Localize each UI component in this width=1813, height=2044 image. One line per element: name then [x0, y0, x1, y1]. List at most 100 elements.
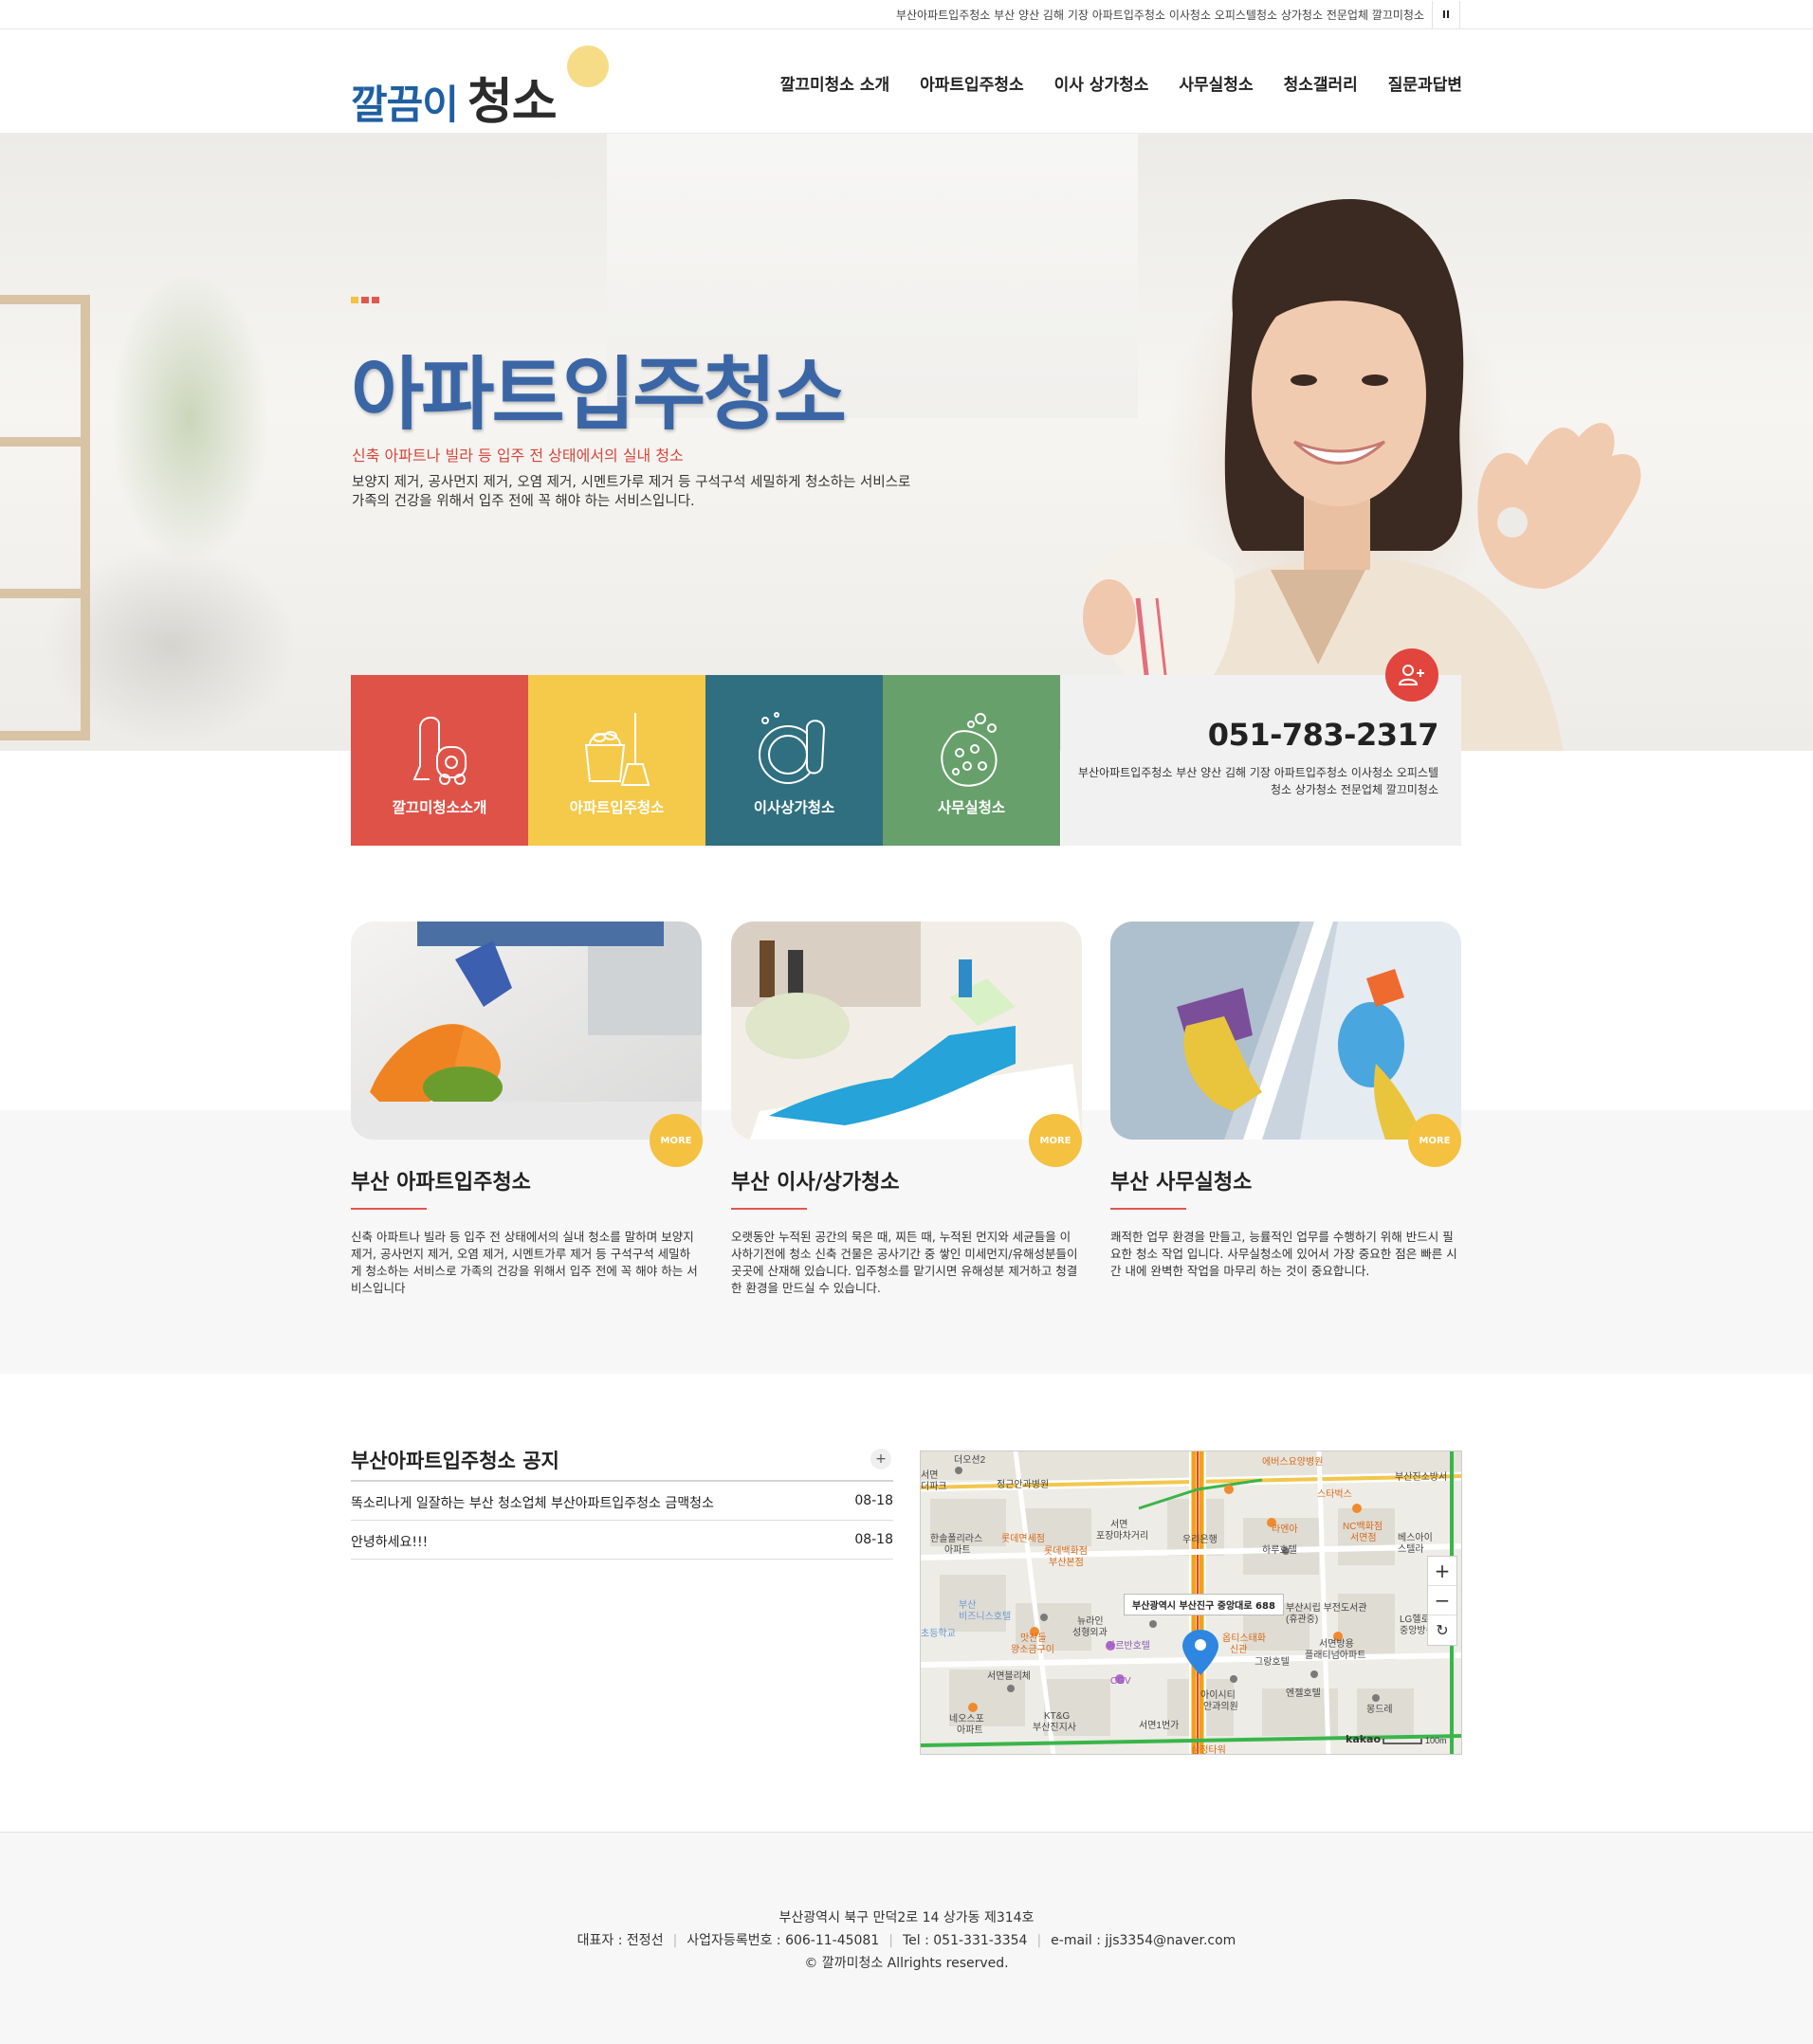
svg-text:옵티스태화: 옵티스태화: [1222, 1633, 1266, 1644]
footer-separator: |: [672, 1933, 678, 1948]
svg-text:부산본점: 부산본점: [1049, 1557, 1084, 1568]
svg-text:비즈니스호텔: 비즈니스호텔: [959, 1611, 1011, 1622]
svg-text:서면블리체: 서면블리체: [987, 1670, 1031, 1682]
svg-text:서면방용: 서면방용: [1319, 1638, 1354, 1650]
bucket-broom-icon: [584, 713, 650, 786]
svg-text:NC백화점: NC백화점: [1343, 1521, 1383, 1532]
quick-tile-label: 깔끄미청소소개: [392, 799, 487, 816]
plate-sponge-icon: [759, 712, 826, 784]
svg-text:더오션2: 더오션2: [954, 1454, 986, 1466]
quick-tile-office[interactable]: 사무실청소: [883, 675, 1060, 846]
contact-description: 부산아파트입주청소 부산 양산 김해 기장 아파트입주청소 이사청소 오피스텔청…: [1078, 766, 1438, 796]
pause-button[interactable]: II: [1432, 1, 1460, 28]
hero-woman-image: [1083, 199, 1641, 751]
svg-text:롯데면세점: 롯데면세점: [1001, 1533, 1045, 1544]
notice-row-date: 08-18: [854, 1493, 893, 1508]
quick-tile-moving[interactable]: 이사상가청소: [705, 675, 883, 846]
title-underline: [351, 1208, 427, 1210]
nav-item-gallery[interactable]: 청소갤러리: [1284, 71, 1358, 95]
svg-text:스타벅스: 스타벅스: [1317, 1488, 1352, 1500]
svg-text:안과의원: 안과의원: [1203, 1701, 1238, 1712]
svg-text:성형외과: 성형외과: [1072, 1627, 1108, 1638]
contact-phone[interactable]: 051-783-2317: [1208, 717, 1439, 753]
svg-text:더파크: 더파크: [921, 1481, 947, 1492]
footer-separator: |: [888, 1933, 893, 1948]
svg-text:부산진지사: 부산진지사: [1033, 1722, 1076, 1733]
svg-text:맛찬들: 맛찬들: [1020, 1633, 1047, 1644]
service-title[interactable]: 부산 이사/상가청소: [731, 1165, 900, 1195]
svg-text:CGV: CGV: [1110, 1676, 1131, 1687]
svg-text:신관: 신관: [1230, 1644, 1247, 1655]
svg-text:서면: 서면: [1110, 1519, 1127, 1530]
top-bar-text: 부산아파트입주청소 부산 양산 김해 기장 아파트입주청소 이사청소 오피스텔청…: [895, 9, 1424, 22]
service-image-moving: [731, 922, 1082, 1140]
main-nav: 깔끄미청소 소개 아파트입주청소 이사 상가청소 사무실청소 청소갤러리 질문과…: [780, 71, 1462, 95]
deco-square: [361, 297, 369, 303]
service-image-office: [1110, 922, 1461, 1140]
footer-ceo: 대표자 : 전정선: [577, 1933, 664, 1948]
notice-row-title: 안녕하세요!!!: [351, 1535, 429, 1550]
zoom-in-button[interactable]: +: [1428, 1557, 1456, 1586]
svg-text:왕소금구이: 왕소금구이: [1011, 1644, 1054, 1655]
deco-square: [351, 297, 358, 303]
svg-text:엔젤호텔: 엔젤호텔: [1286, 1688, 1321, 1699]
footer-biz-no: 사업자등록번호 : 606-11-45081: [687, 1933, 880, 1948]
nav-item-qna[interactable]: 질문과답변: [1388, 71, 1462, 95]
footer-separator: |: [1036, 1933, 1042, 1948]
title-underline: [1110, 1208, 1186, 1210]
deco-square: [372, 297, 379, 303]
nav-item-moving[interactable]: 이사 상가청소: [1054, 71, 1149, 95]
contact-box: 051-783-2317 부산아파트입주청소 부산 양산 김해 기장 아파트입주…: [1061, 675, 1461, 846]
svg-text:베스아이: 베스아이: [1398, 1532, 1433, 1543]
hero-title: 아파트입주청소: [351, 348, 847, 441]
zoom-out-button[interactable]: −: [1428, 1586, 1456, 1615]
quick-tile-about[interactable]: 깔끄미청소소개: [351, 675, 528, 846]
svg-text:삼정타워: 삼정타워: [1191, 1743, 1226, 1755]
svg-text:롯데백화점: 롯데백화점: [1044, 1545, 1088, 1557]
site-logo[interactable]: 깔끔이 청소: [351, 46, 609, 131]
service-card-office[interactable]: [1110, 922, 1461, 1143]
hero-description: 보양지 제거, 공사먼지 제거, 오염 제거, 시멘트가루 제거 등 구석구석 …: [352, 475, 911, 509]
site-footer: 부산광역시 북구 만덕2로 14 상가동 제314호 대표자 : 전정선 | 사업자…: [0, 1832, 1813, 2044]
quick-tile-apartment[interactable]: 아파트입주청소: [528, 675, 705, 846]
notice-row-title: 똑소리나게 일잘하는 부산 청소업체 부산아파트입주청소 금맥청소: [351, 1496, 714, 1511]
svg-text:서면점: 서면점: [1350, 1532, 1377, 1543]
quick-tile-label: 사무실청소: [937, 799, 1006, 816]
footer-email: e-mail : jjs3354@naver.com: [1051, 1933, 1236, 1948]
notice-row[interactable]: 안녕하세요!!! 08-18: [351, 1521, 893, 1560]
quick-tile-label: 이사상가청소: [753, 799, 835, 816]
svg-text:부산진소방서: 부산진소방서: [1395, 1471, 1447, 1483]
svg-text:아파트: 아파트: [957, 1725, 983, 1736]
more-button[interactable]: MORE: [1408, 1114, 1461, 1167]
svg-text:KT&G: KT&G: [1044, 1711, 1070, 1722]
nav-item-apartment[interactable]: 아파트입주청소: [920, 71, 1023, 95]
location-map[interactable]: 더오션2 서면 더파크 정근안과병원 에버스요양병원 부산진소방서 한솔폴리라스 아…: [920, 1451, 1462, 1755]
notice-row[interactable]: 똑소리나게 일잘하는 부산 청소업체 부산아파트입주청소 금맥청소 08-18: [351, 1482, 893, 1521]
more-button[interactable]: MORE: [650, 1114, 703, 1167]
add-user-icon[interactable]: [1385, 648, 1438, 702]
service-image-apartment: [351, 922, 702, 1140]
svg-text:뉴라인: 뉴라인: [1077, 1615, 1104, 1627]
svg-text:아파트: 아파트: [944, 1544, 971, 1556]
notice-title: 부산아파트입주청소 공지: [351, 1450, 559, 1472]
nav-item-about[interactable]: 깔끄미청소 소개: [780, 71, 889, 95]
hero-deco-squares: [351, 297, 379, 303]
service-card-apartment[interactable]: [351, 922, 702, 1143]
nav-item-office[interactable]: 사무실청소: [1179, 71, 1253, 95]
service-description: 신축 아파트나 빌라 등 입주 전 상태에서의 실내 청소를 말하며 보양지 제…: [351, 1230, 698, 1295]
service-description: 오랫동안 누적된 공간의 묵은 때, 찌든 때, 누적된 먼지와 세균들을 이사…: [731, 1230, 1078, 1295]
svg-text:플래티넘아파트: 플래티넘아파트: [1305, 1650, 1365, 1661]
map-reset-button[interactable]: ↻: [1428, 1615, 1456, 1645]
more-button[interactable]: MORE: [1029, 1114, 1082, 1167]
svg-text:아르반호텔: 아르반호텔: [1107, 1640, 1150, 1652]
service-card-moving[interactable]: [731, 922, 1082, 1143]
logo-text-primary: 깔끔이: [351, 82, 459, 128]
footer-tel: Tel : 051-331-3354: [902, 1933, 1028, 1948]
hero-subtitle: 신축 아파트나 빌라 등 입주 전 상태에서의 실내 청소: [352, 447, 684, 465]
map-zoom-controls: + − ↻: [1427, 1556, 1457, 1646]
notice-more-button[interactable]: +: [870, 1449, 891, 1469]
service-title[interactable]: 부산 아파트입주청소: [351, 1165, 531, 1195]
vacuum-icon: [412, 717, 467, 785]
service-title[interactable]: 부산 사무실청소: [1110, 1165, 1252, 1195]
svg-text:서면1번가: 서면1번가: [1139, 1720, 1179, 1731]
